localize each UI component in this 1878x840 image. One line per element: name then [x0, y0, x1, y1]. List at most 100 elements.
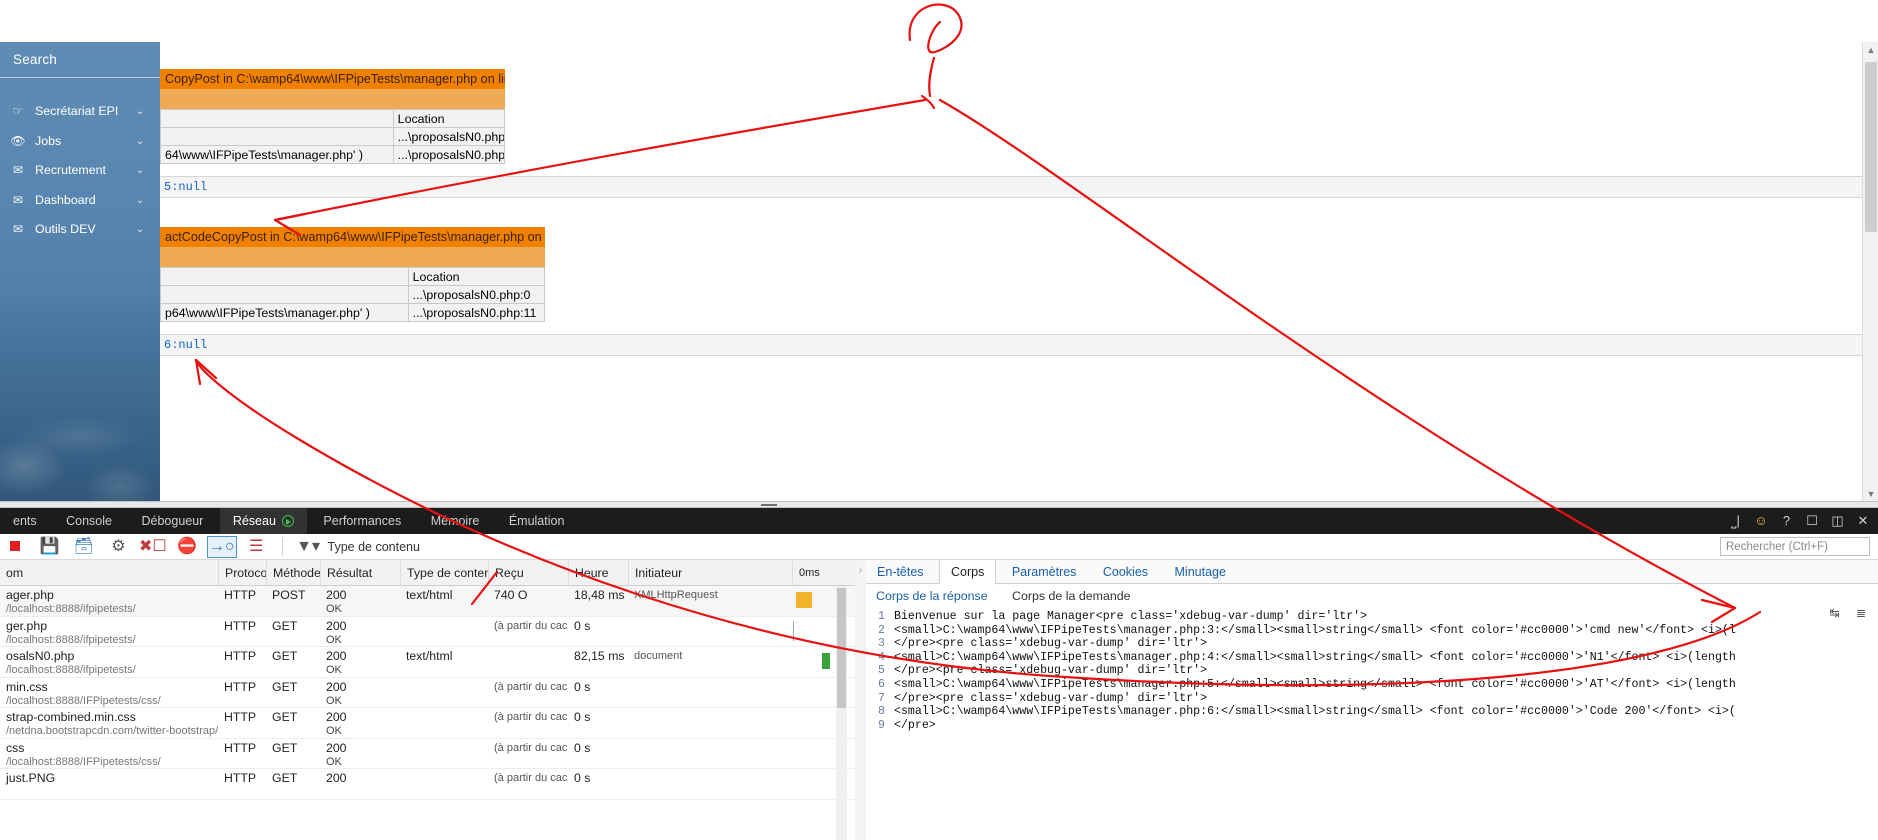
- request-name: css: [6, 740, 25, 755]
- col-header-protocol[interactable]: Protocol‹: [218, 560, 266, 586]
- subtab-corps-demande[interactable]: Corps de la demande: [1002, 585, 1140, 607]
- col-header-received[interactable]: Reçu: [488, 560, 568, 586]
- line-number: 9: [878, 718, 885, 732]
- table-row[interactable]: strap-combined.min.css/netdna.bootstrapc…: [0, 708, 855, 739]
- page-content: CopyPost in C:\wamp64\www\IFPipeTests\ma…: [160, 42, 1878, 502]
- cell-name: ger.php/localhost:8888/ifpipetests/: [0, 617, 218, 648]
- col-header-name[interactable]: om: [0, 560, 218, 586]
- cell-method: GET: [272, 679, 298, 694]
- col-header-initiator[interactable]: Initiateur: [628, 560, 792, 586]
- sidebar-item-dashboard[interactable]: ✉ Dashboard ⌄: [0, 186, 160, 216]
- tab-performances[interactable]: Performances: [310, 508, 414, 534]
- col-header-time[interactable]: Heure: [568, 560, 628, 586]
- col-header-method[interactable]: Méthode: [266, 560, 320, 586]
- var-dump-line-2: 6:null: [160, 334, 1878, 356]
- record-dot-icon[interactable]: [281, 515, 294, 527]
- block-icon[interactable]: ⛔: [172, 534, 202, 560]
- tab-reseau[interactable]: Réseau: [219, 508, 307, 534]
- tab-minutage[interactable]: Minutage: [1164, 560, 1237, 584]
- throttle-icon[interactable]: →○: [206, 536, 237, 558]
- col-header-status[interactable]: Résultat: [320, 560, 400, 586]
- warning-subbar-1: [160, 89, 505, 109]
- chevron-down-icon: ⌄: [135, 224, 144, 235]
- request-name: ager.php: [6, 588, 54, 602]
- cell-received: [488, 647, 568, 678]
- scrollbar-thumb[interactable]: [1865, 62, 1877, 232]
- funnel-icon[interactable]: ▼▾: [293, 534, 323, 560]
- table-header-row: Location: [160, 109, 506, 128]
- splitter-grip[interactable]: [761, 504, 777, 506]
- cell-initiator: XMLHttpRequest: [634, 589, 718, 601]
- scrollbar-thumb[interactable]: [837, 588, 846, 708]
- request-url: /localhost:8888/IFPipetests/css/: [6, 694, 161, 707]
- sidebar-search-input[interactable]: Search: [0, 42, 160, 78]
- cell-protocol: HTTP: [224, 618, 257, 633]
- dock-bottom-icon[interactable]: ☐: [1801, 508, 1823, 534]
- request-name: ger.php: [6, 618, 48, 633]
- tab-elements[interactable]: ents: [0, 508, 50, 534]
- tab-memoire[interactable]: Mémoire: [418, 508, 493, 534]
- detail-subtabs: Corps de la réponse Corps de la demande: [866, 585, 1878, 607]
- tab-emulation[interactable]: Émulation: [496, 508, 578, 534]
- list-icon[interactable]: ☰: [241, 534, 271, 560]
- scroll-up-arrow[interactable]: ▲: [1863, 42, 1878, 58]
- tab-corps[interactable]: Corps: [939, 560, 997, 585]
- smiley-icon[interactable]: ☺: [1750, 508, 1772, 534]
- clear-icon[interactable]: ✖☐: [138, 534, 168, 560]
- code-line: 3 </pre><pre class='xdebug-var-dump' dir=…: [866, 637, 1878, 651]
- tab-parametres[interactable]: Paramètres: [1001, 560, 1088, 584]
- devtools-splitter[interactable]: [0, 501, 1878, 508]
- record-stop-icon[interactable]: [0, 534, 30, 560]
- tab-debogueur[interactable]: Débogueur: [128, 508, 216, 534]
- split-console-icon[interactable]: ⎵|: [1725, 508, 1747, 534]
- chevron-down-icon: ⌄: [135, 165, 144, 176]
- sidebar-item-recrutement[interactable]: ✉ Recrutement ⌄: [0, 156, 160, 186]
- toolbar-separator: [281, 538, 283, 556]
- tab-en-tetes[interactable]: En-têtes: [866, 560, 935, 584]
- cell-initiator: [628, 617, 792, 648]
- close-icon[interactable]: ✕: [1852, 508, 1874, 534]
- help-icon[interactable]: ?: [1776, 508, 1798, 534]
- table-row[interactable]: css/localhost:8888/IFPipetests/css/ HTTP…: [0, 739, 855, 769]
- network-list-scrollbar[interactable]: [836, 586, 847, 840]
- table-row[interactable]: ger.php/localhost:8888/ifpipetests/ HTTP…: [0, 617, 855, 648]
- dock-side-icon[interactable]: ◫: [1827, 508, 1849, 534]
- code-line: 4 <small>C:\wamp64\www\IFPipeTests\manage…: [866, 651, 1878, 665]
- envelope-icon: ✉: [12, 192, 24, 207]
- table-row[interactable]: osalsN0.php/localhost:8888/ifpipetests/ …: [0, 647, 855, 678]
- location-cell: ...\proposalsN0.php:0: [407, 285, 546, 304]
- col-header-type[interactable]: Type de contenu: [400, 560, 488, 586]
- tab-cookies[interactable]: Cookies: [1092, 560, 1159, 584]
- import-har-icon[interactable]: 🗃: [69, 534, 99, 560]
- call-col-header: [160, 109, 394, 128]
- filter-type-label[interactable]: Type de contenu: [328, 534, 420, 560]
- page-vertical-scrollbar[interactable]: ▲ ▼: [1862, 42, 1878, 502]
- subtab-corps-reponse[interactable]: Corps de la réponse: [866, 585, 998, 607]
- sidebar-item-jobs[interactable]: 👁 Jobs ⌄: [0, 127, 160, 157]
- line-number: 4: [878, 650, 885, 664]
- cell-method: POST: [272, 588, 306, 602]
- panel-expander-icon[interactable]: ›: [855, 560, 866, 840]
- cell-initiator: [628, 769, 792, 800]
- table-row[interactable]: ager.php/localhost:8888/ifpipetests/ HTT…: [0, 586, 855, 617]
- tab-console[interactable]: Console: [53, 508, 125, 534]
- response-body-code[interactable]: 1 Bienvenue sur la page Manager<pre class…: [866, 610, 1878, 840]
- code-line: 5 </pre><pre class='xdebug-var-dump' dir=…: [866, 664, 1878, 678]
- sidebar-item-outils-dev[interactable]: ✉ Outils DEV ⌄: [0, 215, 160, 245]
- line-text: <small>C:\wamp64\www\IFPipeTests\manager…: [894, 623, 1736, 637]
- line-text: </pre>: [894, 718, 936, 732]
- table-row: p64\www\IFPipeTests\manager.php' ) ...\p…: [160, 303, 546, 322]
- warning-subbar-2: [160, 247, 545, 267]
- sidebar-item-secretariat-epi[interactable]: ☞ Secrétariat EPI ⌄: [0, 97, 160, 127]
- save-icon[interactable]: 💾: [34, 534, 64, 560]
- table-row[interactable]: min.css/localhost:8888/IFPipetests/css/ …: [0, 678, 855, 708]
- line-text: </pre><pre class='xdebug-var-dump' dir='…: [894, 691, 1208, 705]
- devtools-search-input[interactable]: Rechercher (Ctrl+F): [1720, 537, 1870, 556]
- chevron-down-icon: ⌄: [135, 194, 144, 206]
- cell-method: GET: [272, 649, 298, 663]
- settings-gear-icon[interactable]: ⚙: [103, 534, 133, 560]
- code-line: 9 </pre>: [866, 719, 1878, 733]
- scroll-down-arrow[interactable]: ▼: [1863, 486, 1878, 502]
- line-text: </pre><pre class='xdebug-var-dump' dir='…: [894, 637, 1208, 651]
- table-row[interactable]: just.PNG HTTP GET 200 (à partir du cac..…: [0, 769, 855, 800]
